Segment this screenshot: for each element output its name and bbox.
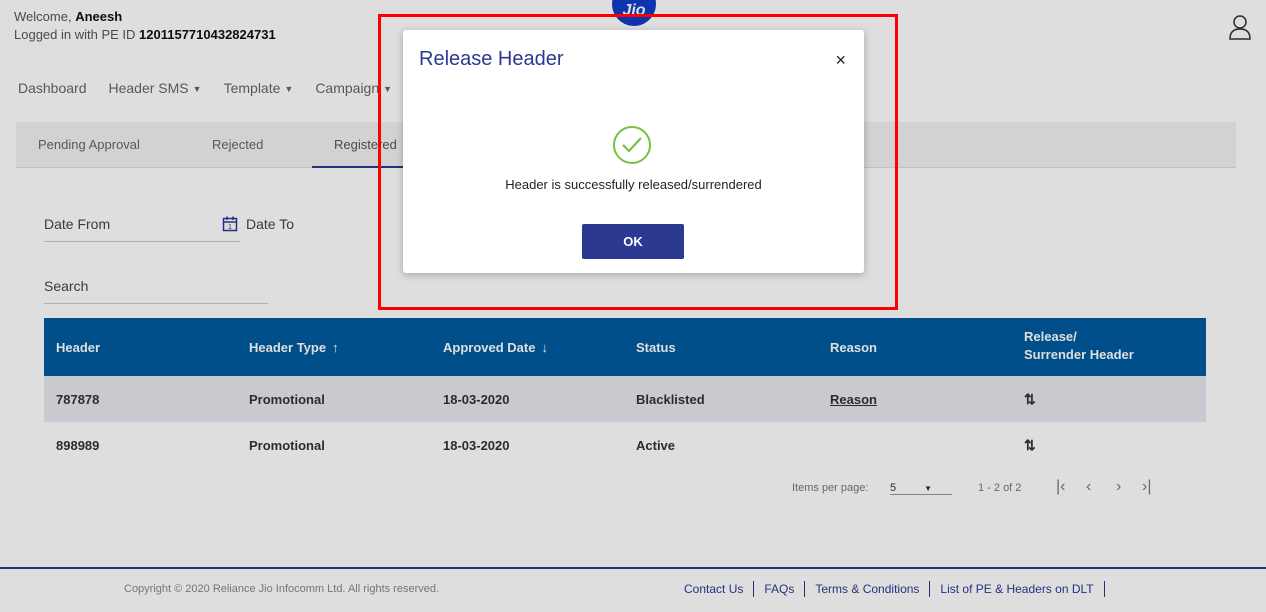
- dialog-title: Release Header: [419, 48, 564, 70]
- close-icon[interactable]: ×: [835, 50, 846, 71]
- release-header-dialog: Release Header × Header is successfully …: [403, 30, 864, 273]
- dialog-message: Header is successfully released/surrende…: [505, 177, 762, 192]
- success-check-icon: [613, 126, 651, 164]
- ok-button[interactable]: OK: [582, 224, 684, 259]
